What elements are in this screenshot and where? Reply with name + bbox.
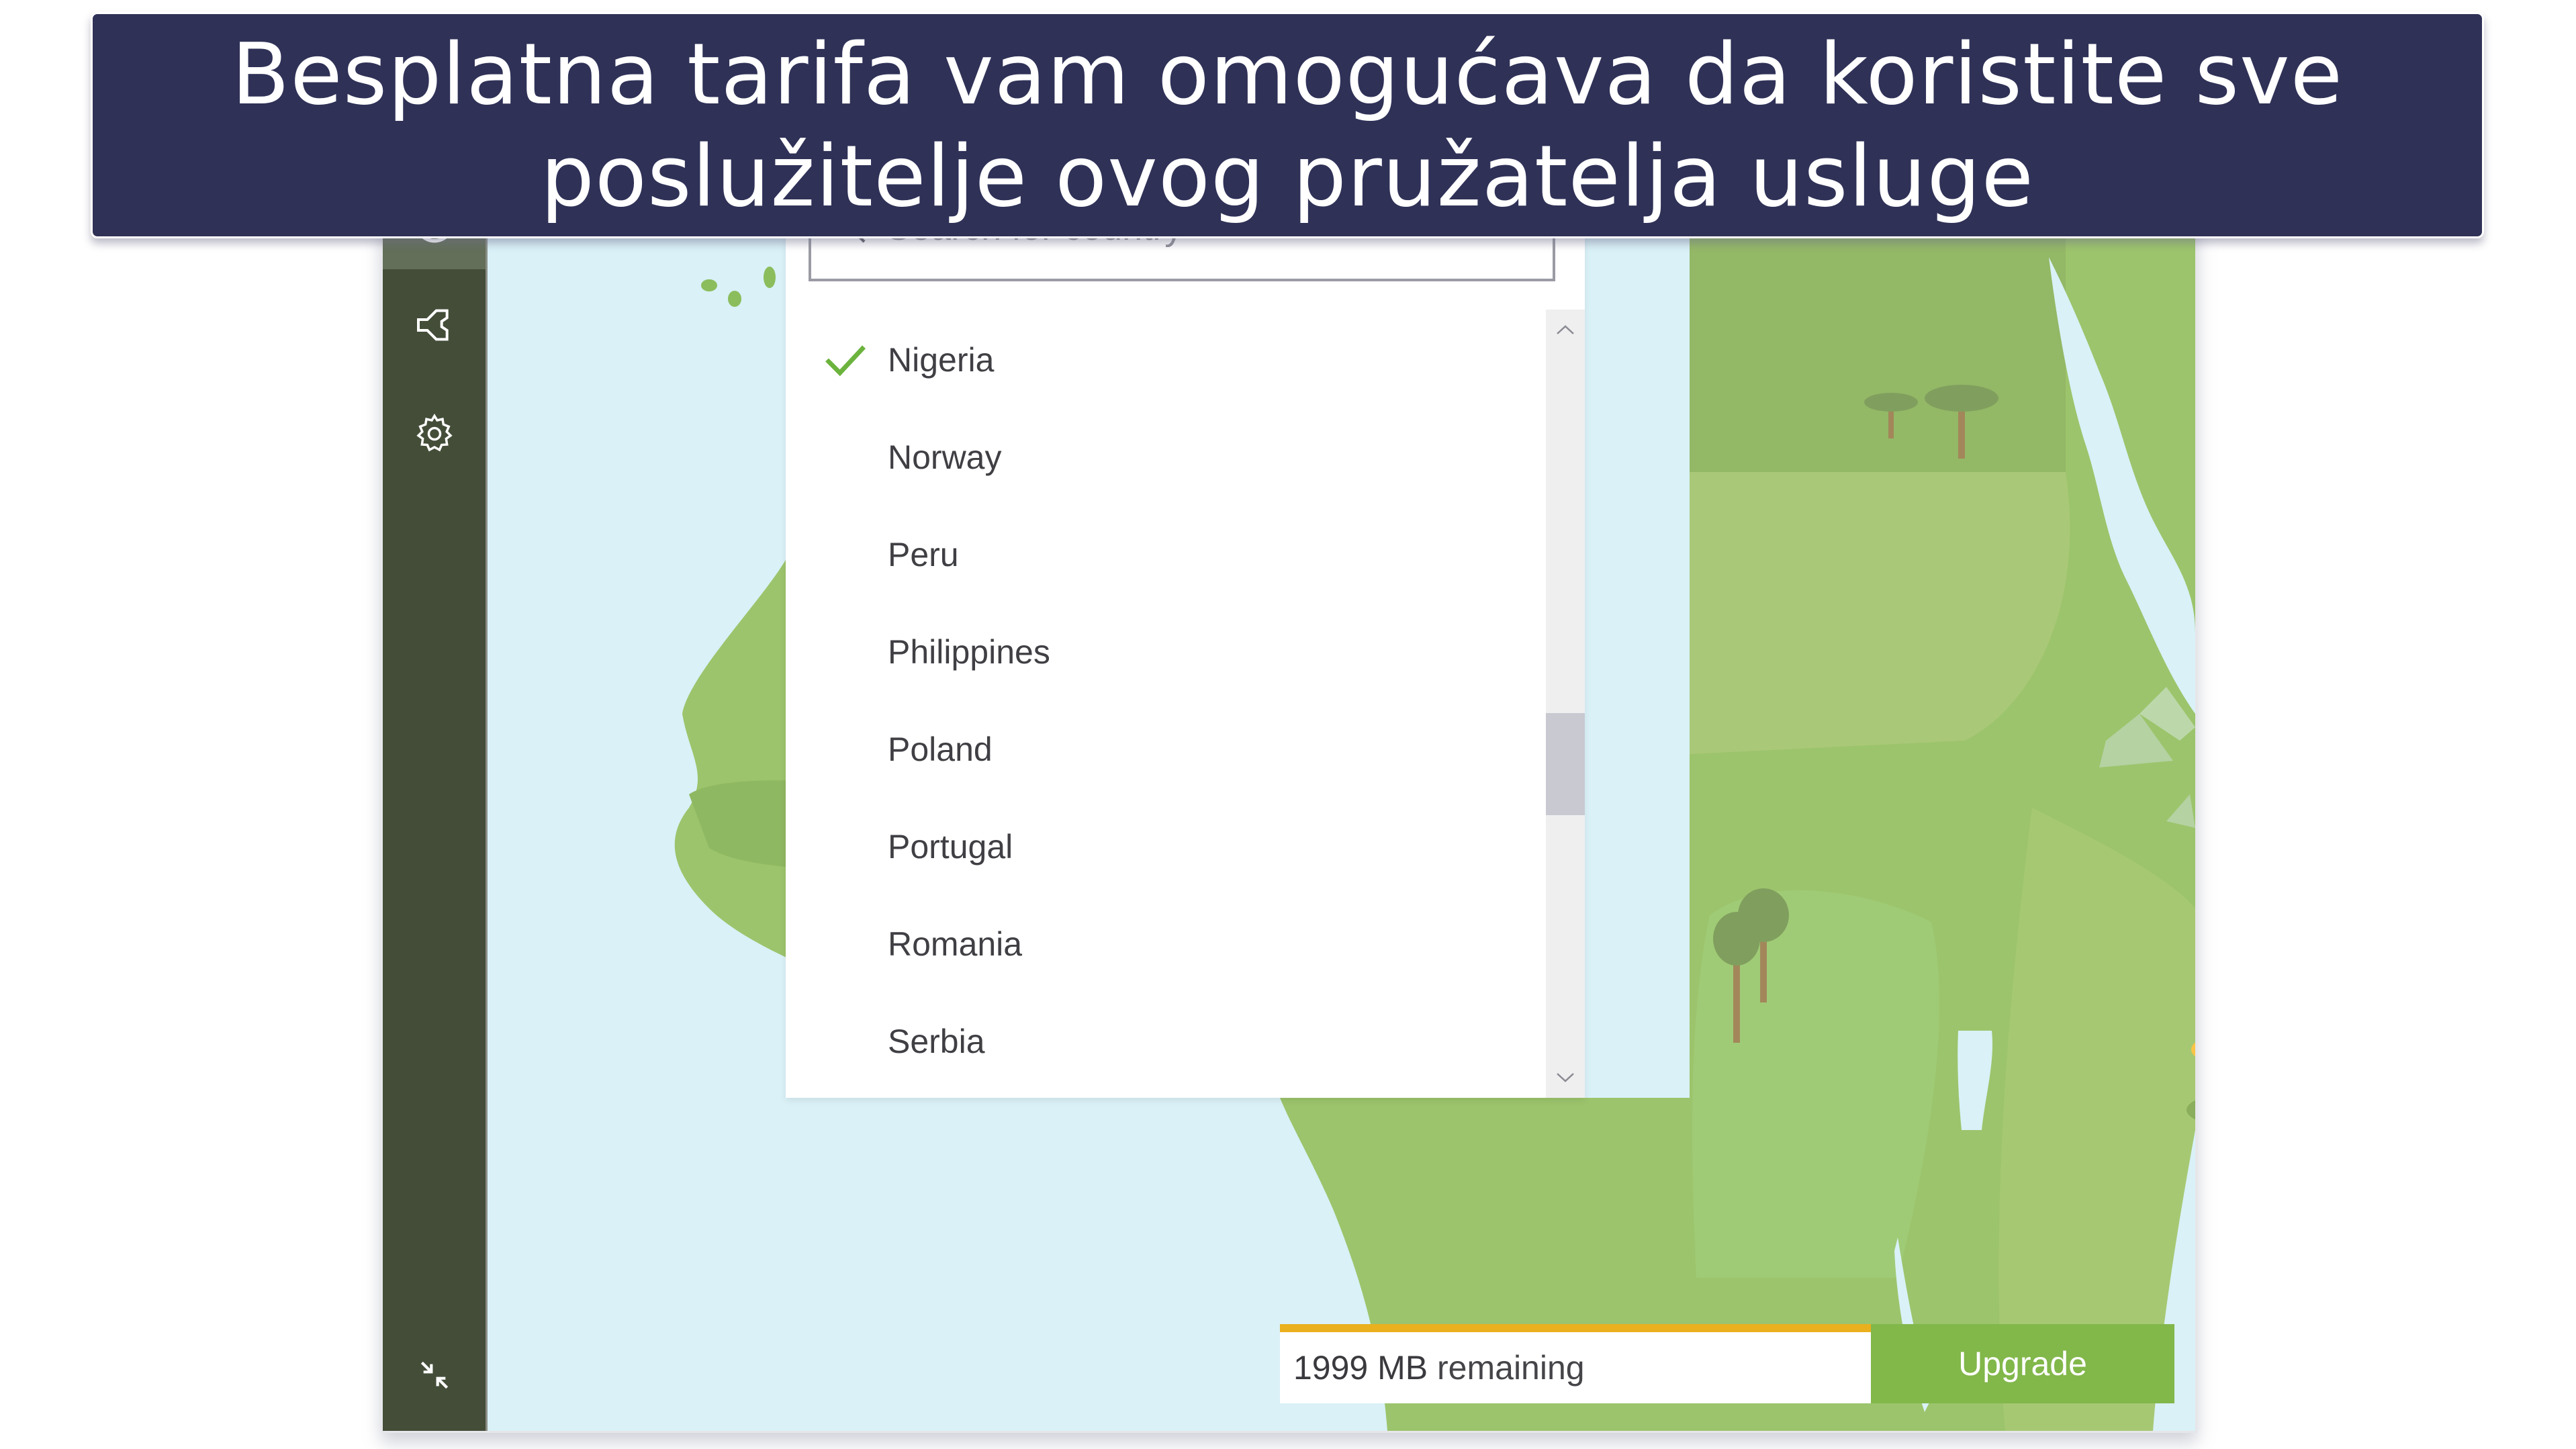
country-label: Nigeria <box>888 340 995 379</box>
app-window: Nigeria Norway Peru Philippines Poland P… <box>381 201 2197 1433</box>
collapse-icon <box>420 1361 448 1389</box>
country-label: Romania <box>888 925 1023 963</box>
chevron-up-icon <box>1557 325 1574 334</box>
country-dropdown: Nigeria Norway Peru Philippines Poland P… <box>786 203 1585 1098</box>
data-remaining-bar: 1999 MB remaining <box>1280 1324 1871 1403</box>
sidebar-item-settings[interactable] <box>383 383 486 484</box>
data-remaining-text: 1999 MB remaining <box>1293 1348 1585 1387</box>
scroll-up-button[interactable] <box>1546 310 1585 350</box>
scroll-down-button[interactable] <box>1546 1058 1585 1098</box>
upgrade-button[interactable]: Upgrade <box>1871 1324 2174 1403</box>
caption-line-2: poslužitelje ovog pružatelja usluge <box>540 126 2035 226</box>
checkmark-icon <box>825 344 866 376</box>
caption-text: Besplatna tarifa vam omogućava da korist… <box>232 24 2343 228</box>
country-label: Norway <box>888 438 1002 476</box>
country-item-portugal[interactable]: Portugal <box>786 798 1545 895</box>
island <box>764 267 776 288</box>
data-suffix: remaining <box>1437 1349 1585 1387</box>
gear-icon <box>416 413 453 452</box>
sidebar-collapse-button[interactable] <box>383 1331 486 1419</box>
scroll-thumb[interactable] <box>1546 713 1585 816</box>
island <box>728 291 741 307</box>
island <box>701 279 717 291</box>
caption-banner: Besplatna tarifa vam omogućava da korist… <box>91 12 2484 238</box>
sidebar-item-split-tunneling[interactable] <box>383 275 486 375</box>
country-item-nigeria[interactable]: Nigeria <box>786 311 1545 408</box>
country-label: Peru <box>888 535 959 573</box>
country-item-norway[interactable]: Norway <box>786 408 1545 506</box>
split-tunnel-icon <box>416 309 449 341</box>
chevron-down-icon <box>1557 1073 1574 1082</box>
sidebar <box>383 203 488 1431</box>
country-label: Philippines <box>888 633 1050 671</box>
country-item-peru[interactable]: Peru <box>786 506 1545 603</box>
caption-line-1: Besplatna tarifa vam omogućava da korist… <box>231 24 2344 124</box>
data-amount: 1999 MB <box>1293 1349 1428 1387</box>
country-label: Poland <box>888 730 993 768</box>
country-item-romania[interactable]: Romania <box>786 895 1545 992</box>
country-item-serbia[interactable]: Serbia <box>786 992 1545 1090</box>
list-scrollbar[interactable] <box>1546 310 1585 1098</box>
country-item-philippines[interactable]: Philippines <box>786 603 1545 700</box>
country-item-poland[interactable]: Poland <box>786 700 1545 798</box>
country-label: Portugal <box>888 827 1013 866</box>
country-label: Serbia <box>888 1022 985 1060</box>
country-list: Nigeria Norway Peru Philippines Poland P… <box>786 311 1545 1090</box>
land-sahel <box>1690 203 2066 472</box>
